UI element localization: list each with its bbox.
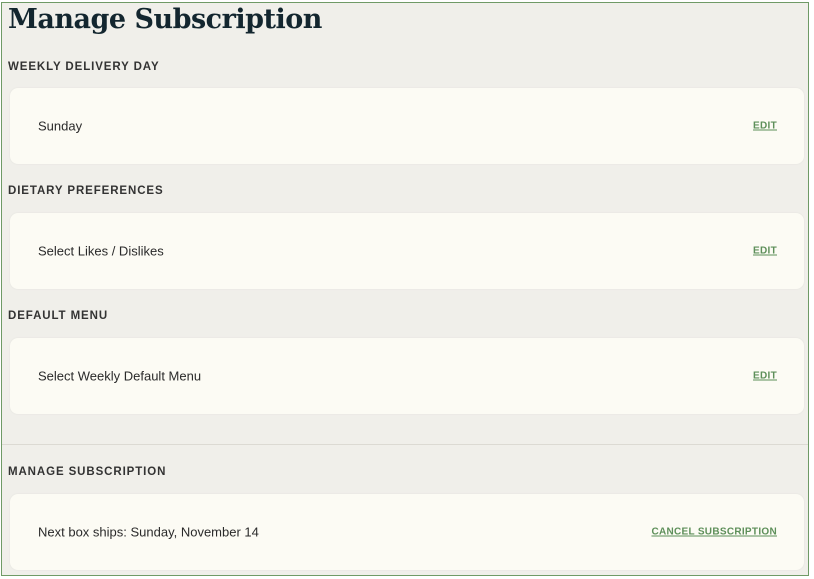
section-label-delivery-day: WEEKLY DELIVERY DAY (8, 61, 160, 73)
dietary-preferences-value: Select Likes / Dislikes (38, 243, 164, 259)
cancel-subscription-link[interactable]: CANCEL SUBSCRIPTION (651, 527, 777, 538)
dietary-preferences-card: Select Likes / Dislikes EDIT (10, 213, 804, 289)
edit-default-menu-link[interactable]: EDIT (753, 371, 777, 382)
section-label-manage-subscription: MANAGE SUBSCRIPTION (8, 466, 167, 478)
delivery-day-card: Sunday EDIT (10, 88, 804, 164)
section-label-dietary-preferences: DIETARY PREFERENCES (8, 185, 164, 197)
default-menu-card: Select Weekly Default Menu EDIT (10, 338, 804, 414)
default-menu-value: Select Weekly Default Menu (38, 368, 202, 384)
next-box-ships-text: Next box ships: Sunday, November 14 (38, 524, 259, 540)
manage-subscription-card: Next box ships: Sunday, November 14 CANC… (10, 494, 804, 570)
edit-dietary-preferences-link[interactable]: EDIT (753, 246, 777, 257)
section-divider (2, 444, 808, 445)
page-title: Manage Subscription (8, 4, 322, 35)
section-label-default-menu: DEFAULT MENU (8, 310, 109, 322)
delivery-day-value: Sunday (38, 118, 83, 134)
subscription-panel: Manage Subscription WEEKLY DELIVERY DAY … (1, 2, 809, 576)
edit-delivery-day-link[interactable]: EDIT (753, 121, 777, 132)
